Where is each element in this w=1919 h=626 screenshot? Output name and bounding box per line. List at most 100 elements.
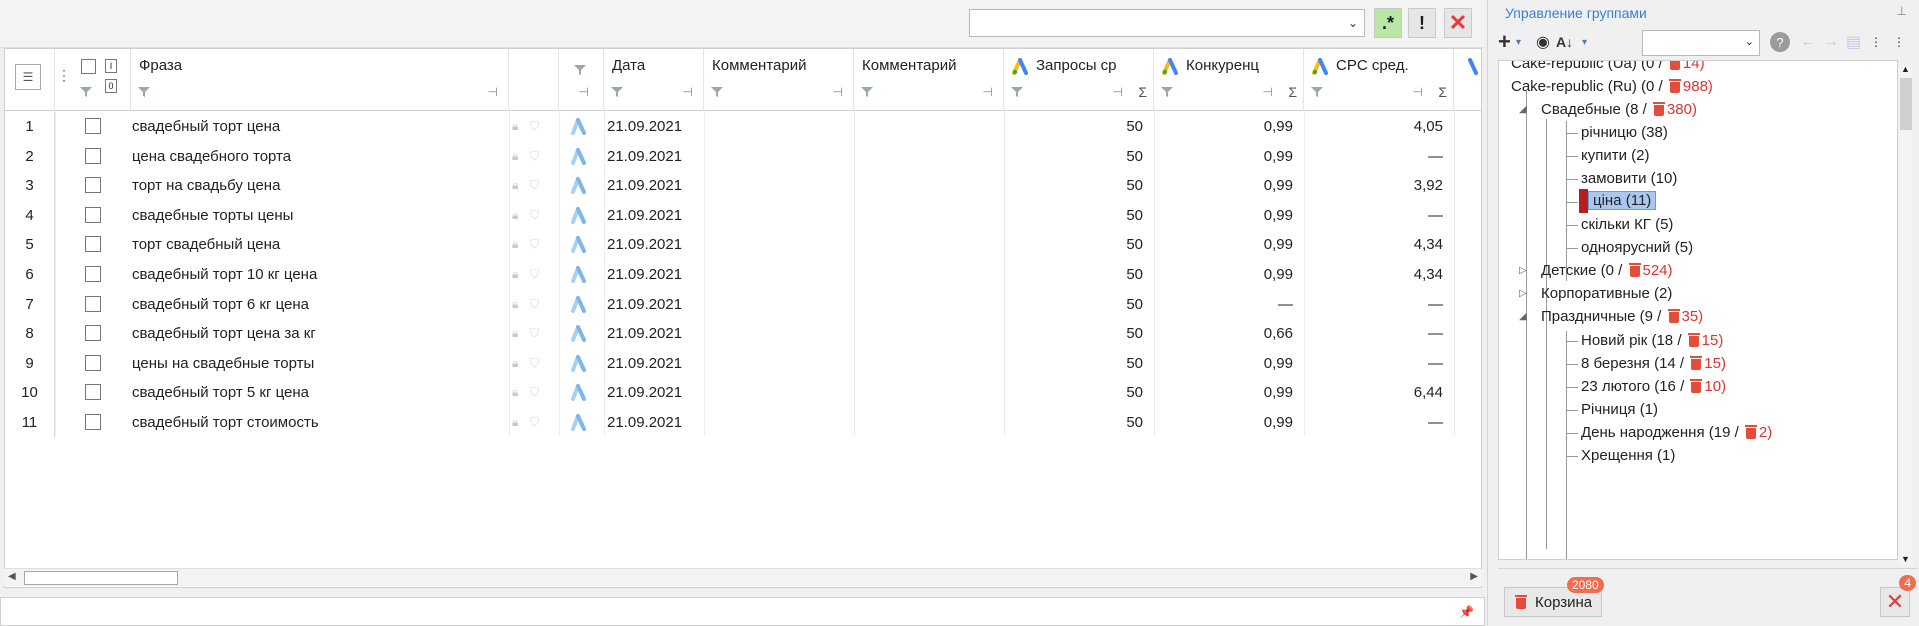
row-checkbox[interactable] <box>85 236 101 253</box>
overflow-menu-icon[interactable]: ⋮ <box>1870 29 1882 55</box>
row-phrase[interactable]: свадебный торт стоимость <box>132 408 502 438</box>
lock-icon[interactable]: 🔒︎ <box>512 171 518 201</box>
horizontal-scrollbar[interactable]: ◀ ▶ <box>4 568 1482 586</box>
scroll-left-icon[interactable]: ◀ <box>8 571 16 582</box>
next-column-header[interactable] <box>1454 49 1481 111</box>
row-phrase[interactable]: торт свадебный цена <box>132 230 502 260</box>
row-checkbox[interactable] <box>85 384 101 401</box>
table-row[interactable]: 11 свадебный торт стоимость 🔒︎ ⛉ 21.09.2021 5… <box>5 407 1481 438</box>
filter-icon[interactable] <box>79 85 93 99</box>
collapse-icon[interactable]: ◢ <box>1498 75 1499 99</box>
filter-icon[interactable] <box>1010 85 1024 99</box>
date-column-header[interactable]: Дата ⊣ <box>604 49 704 111</box>
shield-icon[interactable]: ⛉ <box>530 290 539 320</box>
tree-node-detskie[interactable]: ▷ Детские (0 / 524) <box>1519 259 1673 283</box>
exclude-button[interactable]: ! <box>1408 8 1436 38</box>
tree-node-23-liutoho[interactable]: 23 лютого (16 / 10) <box>1581 375 1726 399</box>
comment1-column-header[interactable]: Комментарий ⊣ <box>704 49 854 111</box>
table-row[interactable]: 2 цена свадебного торта 🔒︎ ⛉ 21.09.2021 50 0,9… <box>5 141 1481 172</box>
lock-icon[interactable]: 🔒︎ <box>512 408 518 438</box>
tree-node-svadebnye[interactable]: ◢ Свадебные (8 / 380) <box>1519 98 1697 122</box>
list-icon[interactable]: ▤ <box>1846 29 1861 55</box>
filter-icon[interactable] <box>1160 85 1174 99</box>
lock-icon[interactable]: 🔒︎ <box>512 290 518 320</box>
expand-icon[interactable]: ▷ <box>1498 60 1499 76</box>
tree-node-den-narodzhennia[interactable]: День народження (19 / 2) <box>1581 421 1772 445</box>
shield-icon[interactable]: ⛉ <box>530 171 539 201</box>
clear-filter-button[interactable]: ✕ <box>1444 8 1472 38</box>
table-row[interactable]: 7 свадебный торт 6 кг цена 🔒︎ ⛉ 21.09.2021 50… <box>5 289 1481 320</box>
shield-icon[interactable]: ⛉ <box>530 112 539 142</box>
add-group-button[interactable]: + <box>1498 29 1511 55</box>
table-row[interactable]: 5 торт свадебный цена 🔒︎ ⛉ 21.09.2021 50 0,99 4… <box>5 230 1481 260</box>
table-row[interactable]: 1 свадебный торт цена 🔒︎ ⛉ 21.09.2021 50 0,99 4… <box>5 112 1481 142</box>
toggle-icon-2[interactable]: 0 <box>105 79 117 93</box>
sum-icon[interactable]: Σ <box>1138 84 1147 100</box>
tree-node-richnytsiu[interactable]: річницю (38) <box>1581 121 1668 145</box>
pin-icon[interactable]: ⊣ <box>1263 85 1273 99</box>
tree-node-odnoyarusnyi[interactable]: одноярусний (5) <box>1581 236 1693 260</box>
row-checkbox[interactable] <box>85 354 101 371</box>
comment2-column-header[interactable]: Комментарий ⊣ <box>854 49 1004 111</box>
arrow-left-icon[interactable]: ← <box>1800 29 1816 55</box>
row-checkbox[interactable] <box>85 118 101 134</box>
row-phrase[interactable]: торт на свадьбу цена <box>132 171 502 201</box>
pin-icon[interactable]: ⊣ <box>683 85 693 99</box>
expand-icon[interactable]: ▷ <box>1519 282 1527 306</box>
row-checkbox[interactable] <box>85 295 101 312</box>
queries-column-header[interactable]: Запросы ср ⊣ Σ <box>1004 49 1154 111</box>
filter-icon[interactable] <box>710 85 724 99</box>
filter-icon[interactable] <box>1310 85 1324 99</box>
scroll-right-icon[interactable]: ▶ <box>1470 571 1478 582</box>
drag-handle-icon[interactable]: ⋮ <box>57 67 71 84</box>
shield-icon[interactable]: ⛉ <box>530 378 539 408</box>
tree-node-zamovyty[interactable]: замовити (10) <box>1581 167 1677 191</box>
pin-icon[interactable]: ⊣ <box>983 85 993 99</box>
row-phrase[interactable]: свадебный торт 10 кг цена <box>132 260 502 290</box>
shield-icon[interactable]: ⛉ <box>530 230 539 260</box>
pin-icon[interactable]: ⊥ <box>1897 4 1907 18</box>
tree-node-cake-republic-ru[interactable]: ◢ Cake-republic (Ru) (0 / 988) <box>1499 75 1713 99</box>
tree-node-skilky-kg[interactable]: скільки КГ (5) <box>1581 213 1673 237</box>
pin-icon[interactable]: ⊣ <box>1413 85 1423 99</box>
tree-node-kupyty[interactable]: купити (2) <box>1581 144 1649 168</box>
row-checkbox[interactable] <box>85 147 101 164</box>
regex-button[interactable]: .* <box>1374 8 1402 38</box>
chevron-down-icon[interactable]: ▾ <box>1582 29 1587 55</box>
column-chooser-icon[interactable]: ☰ <box>15 64 41 90</box>
table-row[interactable]: 8 свадебный торт цена за кг 🔒︎ ⛉ 21.09.2021 5… <box>5 319 1481 349</box>
scroll-down-icon[interactable]: ▼ <box>1901 554 1910 564</box>
row-checkbox[interactable] <box>85 265 101 282</box>
lock-icon[interactable]: 🔒︎ <box>512 201 518 231</box>
row-checkbox[interactable] <box>85 325 101 342</box>
tree-node-richnytsia[interactable]: Річниця (1) <box>1581 398 1658 422</box>
chevron-down-icon[interactable]: ⌄ <box>1745 35 1754 48</box>
lock-icon[interactable]: 🔒︎ <box>512 112 518 142</box>
filter-icon[interactable] <box>860 85 874 99</box>
shield-icon[interactable]: ⛉ <box>530 349 539 379</box>
shield-icon[interactable]: ⛉ <box>530 260 539 290</box>
shield-icon[interactable]: ⛉ <box>530 408 539 438</box>
row-phrase[interactable]: цены на свадебные торты <box>132 349 502 379</box>
sort-icon[interactable]: A↓ <box>1556 29 1573 55</box>
pin-icon[interactable]: ⊣ <box>579 85 589 99</box>
row-phrase[interactable]: свадебные торты цены <box>132 201 502 231</box>
phrase-column-header[interactable]: Фраза ⊣ <box>131 49 509 111</box>
tree-node-novyi-rik[interactable]: Новий рік (18 / 15) <box>1581 329 1723 353</box>
filter-icon[interactable] <box>610 85 624 99</box>
pin-icon[interactable]: 📌 <box>1459 605 1474 619</box>
row-phrase[interactable]: свадебный торт цена за кг <box>132 319 502 349</box>
filter-icon[interactable] <box>573 63 587 77</box>
filter-icon[interactable] <box>137 85 151 99</box>
tree-node-korporativnye[interactable]: ▷ Корпоративные (2) <box>1519 282 1672 306</box>
tree-node-khreshchennia[interactable]: Хрещення (1) <box>1581 444 1675 468</box>
cpc-column-header[interactable]: CPC сред. ⊣ Σ <box>1304 49 1454 111</box>
row-checkbox[interactable] <box>85 177 101 194</box>
sum-icon[interactable]: Σ <box>1438 84 1447 100</box>
row-phrase[interactable]: свадебный торт цена <box>132 112 502 142</box>
chevron-down-icon[interactable]: ▾ <box>1516 29 1521 55</box>
table-row[interactable]: 4 свадебные торты цены 🔒︎ ⛉ 21.09.2021 50 0,99… <box>5 200 1481 231</box>
toggle-icon[interactable]: I <box>105 59 117 73</box>
tree-node-tsina-selected[interactable]: ціна (11) <box>1579 189 1657 213</box>
overflow-menu-icon-2[interactable]: ⋮ <box>1893 29 1905 55</box>
